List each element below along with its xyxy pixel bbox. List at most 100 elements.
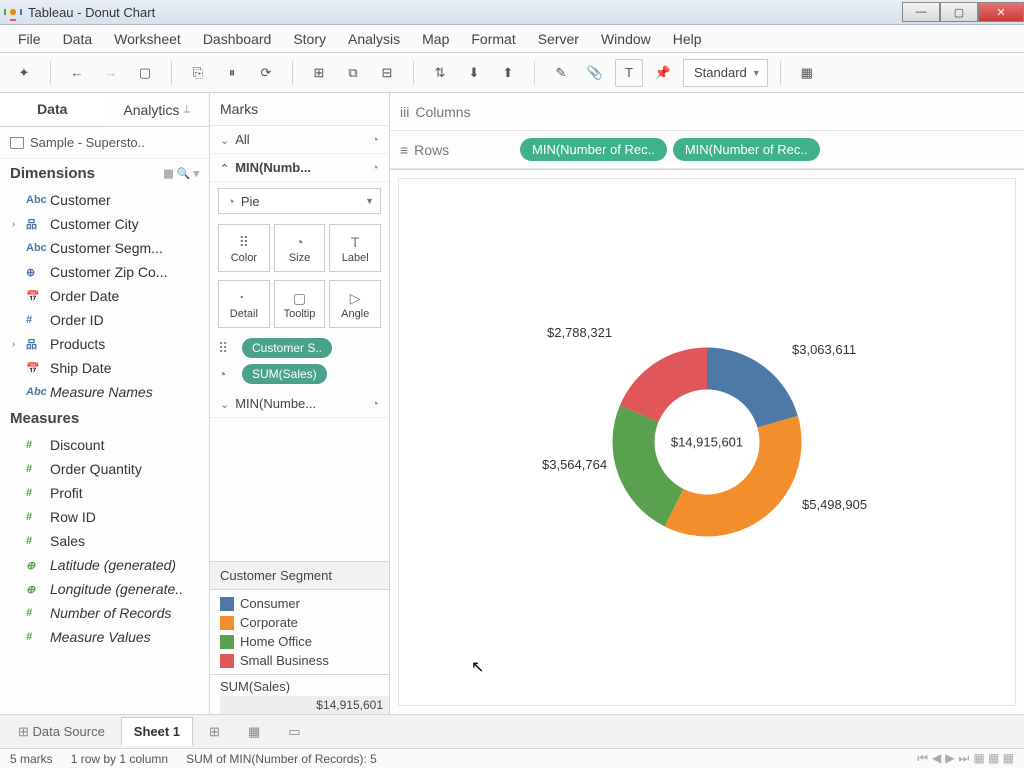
columns-icon: iii [400, 104, 409, 120]
maximize-button[interactable]: ▢ [940, 2, 978, 22]
data-source-tab[interactable]: ⊞ Data Source [6, 718, 117, 746]
measure-field[interactable]: #Number of Records [0, 601, 209, 625]
new-story-button[interactable]: ▭ [276, 718, 312, 746]
menu-bar: File Data Worksheet Dashboard Story Anal… [0, 25, 1024, 53]
measure-field[interactable]: ⊕Latitude (generated) [0, 553, 209, 577]
menu-data[interactable]: Data [53, 27, 103, 51]
attach-button[interactable]: 📎 [581, 59, 609, 87]
view-canvas: iiiColumns ≡Rows MIN(Number of Rec.. MIN… [390, 93, 1024, 714]
measure-field[interactable]: ⊕Longitude (generate.. [0, 577, 209, 601]
save-button[interactable]: ▢ [131, 59, 159, 87]
tab-data[interactable]: Data [0, 93, 105, 126]
marks-all-row[interactable]: ⌄All ◔ [210, 126, 389, 154]
rows-pill-1[interactable]: MIN(Number of Rec.. [520, 138, 667, 161]
dimension-field[interactable]: AbcCustomer [0, 188, 209, 212]
marks-pill[interactable]: ◔SUM(Sales) [218, 364, 381, 384]
pause-button[interactable]: ⏸ [218, 59, 246, 87]
new-sheet-button[interactable]: ⊞ [305, 59, 333, 87]
donut-slice-home-office[interactable] [613, 406, 684, 527]
dimension-field[interactable]: AbcCustomer Segm... [0, 236, 209, 260]
measure-field[interactable]: #Order Quantity [0, 457, 209, 481]
legend-item[interactable]: Consumer [220, 594, 379, 613]
measure-field[interactable]: #Measure Values [0, 625, 209, 649]
menu-help[interactable]: Help [663, 27, 712, 51]
rows-pill-2[interactable]: MIN(Number of Rec.. [673, 138, 820, 161]
marks-header: Marks [210, 93, 389, 126]
donut-slice-consumer[interactable] [707, 348, 798, 428]
measure-field[interactable]: #Profit [0, 481, 209, 505]
dimensions-header: Dimensions ▦ 🔍 ▾ [0, 159, 209, 188]
sort-asc-button[interactable]: ⬇ [460, 59, 488, 87]
dimension-field[interactable]: #Order ID [0, 308, 209, 332]
view-mode-icon[interactable]: ▦ ▦ ▦ [973, 751, 1014, 766]
dimension-field[interactable]: AbcMeasure Names [0, 380, 209, 404]
new-worksheet-button[interactable]: ⊞ [197, 718, 232, 746]
dimension-field[interactable]: ›品Products [0, 332, 209, 356]
toolbar: ✦ ← → ▢ ⎘ ⏸ ⟳ ⊞ ⧉ ⊟ ⇅ ⬇ ⬆ ✎ 📎 T 📌 Standa… [0, 53, 1024, 93]
marks-active-row[interactable]: ⌃MIN(Numb... ◔ [210, 154, 389, 182]
marks-card-label[interactable]: TLabel [329, 224, 381, 272]
fit-select[interactable]: Standard [683, 59, 768, 87]
marks-card-angle[interactable]: ▷Angle [329, 280, 381, 328]
nav-last-icon[interactable]: ⏭ [959, 751, 970, 766]
columns-shelf[interactable]: iiiColumns [390, 93, 1024, 131]
marks-card-detail[interactable]: ⠂Detail [218, 280, 270, 328]
new-dashboard-button[interactable]: ▦ [236, 718, 272, 746]
legend-item[interactable]: Small Business [220, 651, 379, 670]
menu-server[interactable]: Server [528, 27, 589, 51]
refresh-button[interactable]: ⟳ [252, 59, 280, 87]
measure-field[interactable]: #Discount [0, 433, 209, 457]
dimension-field[interactable]: ›品Customer City [0, 212, 209, 236]
highlight-button[interactable]: ✎ [547, 59, 575, 87]
undo-button[interactable]: ← [63, 59, 91, 87]
chart-area[interactable]: $14,915,601 $3,063,611$5,498,905$3,564,7… [398, 178, 1016, 706]
menu-worksheet[interactable]: Worksheet [104, 27, 191, 51]
marks-card-size[interactable]: ◔Size [274, 224, 326, 272]
menu-analysis[interactable]: Analysis [338, 27, 410, 51]
labels-button[interactable]: T [615, 59, 643, 87]
rows-shelf[interactable]: ≡Rows MIN(Number of Rec.. MIN(Number of … [390, 131, 1024, 169]
duplicate-button[interactable]: ⧉ [339, 59, 367, 87]
redo-button[interactable]: → [97, 59, 125, 87]
close-button[interactable]: ✕ [978, 2, 1024, 22]
menu-story[interactable]: Story [283, 27, 336, 51]
measure-field[interactable]: #Row ID [0, 505, 209, 529]
legend-item[interactable]: Home Office [220, 632, 379, 651]
tableau-icon[interactable]: ✦ [10, 59, 38, 87]
dimension-field[interactable]: 📅Ship Date [0, 356, 209, 380]
marks-second-row[interactable]: ⌄MIN(Numbe... ◔ [210, 390, 389, 418]
menu-window[interactable]: Window [591, 27, 661, 51]
pin-button[interactable]: 📌 [649, 59, 677, 87]
minimize-button[interactable]: — [902, 2, 940, 22]
slice-label: $3,564,764 [542, 457, 607, 472]
datasource-item[interactable]: Sample - Supersto.. [0, 127, 209, 159]
sort-desc-button[interactable]: ⬆ [494, 59, 522, 87]
mark-type-select[interactable]: Pie [218, 188, 381, 214]
new-datasource-button[interactable]: ⎘ [184, 59, 212, 87]
legend-item[interactable]: Corporate [220, 613, 379, 632]
tab-analytics[interactable]: Analytics ⟂ [105, 93, 210, 126]
donut-slice-small-business[interactable] [620, 348, 707, 422]
dimension-field[interactable]: ⊕Customer Zip Co... [0, 260, 209, 284]
sheet-tabs: ⊞ Data Source Sheet 1 ⊞ ▦ ▭ [0, 714, 1024, 748]
marks-pill[interactable]: ⠿Customer S.. [218, 338, 381, 358]
marks-panel: Marks ⌄All ◔ ⌃MIN(Numb... ◔ Pie ⠿Color◔S… [210, 93, 390, 714]
nav-next-icon[interactable]: ▶ [945, 751, 954, 766]
menu-format[interactable]: Format [461, 27, 525, 51]
menu-file[interactable]: File [8, 27, 51, 51]
measure-field[interactable]: #Sales [0, 529, 209, 553]
nav-prev-icon[interactable]: ◀ [932, 751, 941, 766]
slice-label: $3,063,611 [792, 342, 856, 357]
clear-button[interactable]: ⊟ [373, 59, 401, 87]
swap-button[interactable]: ⇅ [426, 59, 454, 87]
marks-card-color[interactable]: ⠿Color [218, 224, 270, 272]
menu-dashboard[interactable]: Dashboard [193, 27, 282, 51]
slice-label: $2,788,321 [547, 325, 612, 340]
menu-map[interactable]: Map [412, 27, 459, 51]
marks-card-tooltip[interactable]: ▢Tooltip [274, 280, 326, 328]
dimension-field[interactable]: 📅Order Date [0, 284, 209, 308]
sheet-1-tab[interactable]: Sheet 1 [121, 717, 193, 746]
legend-title: Customer Segment [210, 561, 389, 590]
nav-first-icon[interactable]: ⏮ [917, 751, 928, 766]
showme-button[interactable]: ▦ [793, 59, 821, 87]
